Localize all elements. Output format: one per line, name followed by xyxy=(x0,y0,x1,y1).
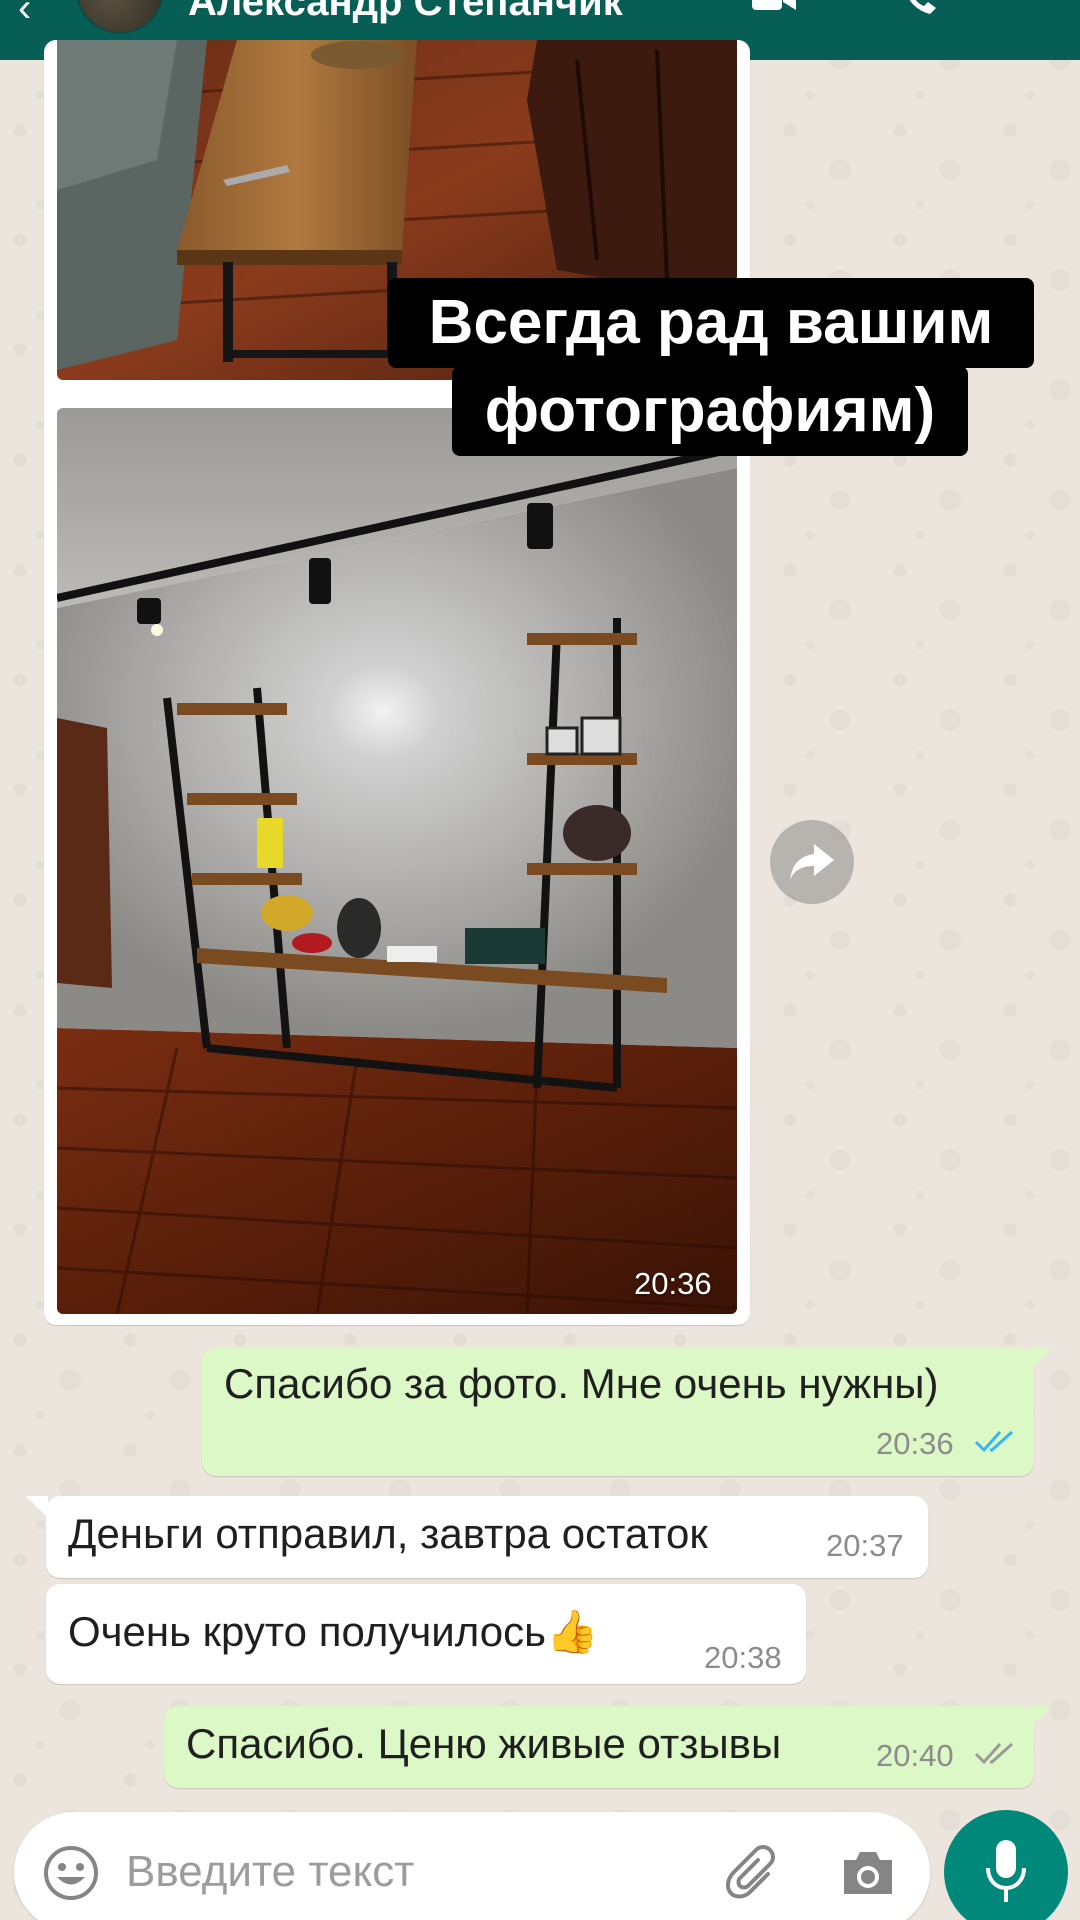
camera-icon[interactable] xyxy=(840,1846,896,1898)
message-time: 20:40 xyxy=(876,1738,954,1773)
photo-shelves[interactable] xyxy=(57,408,737,1314)
message-input[interactable] xyxy=(126,1840,586,1904)
forward-button[interactable] xyxy=(770,820,854,904)
message-time: 20:36 xyxy=(876,1426,954,1461)
message-text: Деньги отправил, завтра остаток xyxy=(68,1510,708,1557)
paperclip-icon[interactable] xyxy=(724,1844,784,1904)
message-text: Спасибо. Ценю живые отзывы xyxy=(186,1720,782,1767)
avatar[interactable] xyxy=(76,0,164,34)
contact-name[interactable]: Александр Степанчик xyxy=(188,0,623,25)
video-call-icon[interactable] xyxy=(752,0,796,12)
read-receipt-icon xyxy=(974,1430,1014,1453)
bubble-tail xyxy=(26,1496,48,1518)
caption-line-1: Всегда рад вашим xyxy=(388,278,1034,368)
image-message-time: 20:36 xyxy=(634,1266,712,1301)
message-outgoing[interactable]: Спасибо. Ценю живые отзывы 20:40 xyxy=(164,1706,1034,1788)
caption-line-2: фотографиям) xyxy=(452,366,968,456)
bubble-tail xyxy=(1030,1348,1052,1370)
forward-icon xyxy=(790,844,834,880)
message-time: 20:38 xyxy=(704,1640,782,1675)
message-time: 20:37 xyxy=(826,1528,904,1563)
more-vert-icon[interactable] xyxy=(1015,0,1025,12)
message-text: Очень круто получилось👍 xyxy=(68,1608,599,1655)
microphone-icon xyxy=(986,1840,1026,1902)
emoji-icon[interactable] xyxy=(42,1844,100,1902)
message-composer xyxy=(14,1812,930,1920)
phone-call-icon[interactable] xyxy=(900,0,940,16)
arrow-left-icon[interactable]: ‹ xyxy=(18,0,31,31)
delivered-receipt-icon xyxy=(974,1742,1014,1765)
message-incoming[interactable]: Очень круто получилось👍 20:38 xyxy=(46,1584,806,1684)
message-outgoing[interactable]: Спасибо за фото. Мне очень нужны) 20:36 xyxy=(202,1348,1034,1476)
message-incoming[interactable]: Деньги отправил, завтра остаток 20:37 xyxy=(46,1496,928,1578)
bubble-tail xyxy=(1030,1706,1052,1728)
message-text: Спасибо за фото. Мне очень нужны) xyxy=(224,1360,939,1407)
